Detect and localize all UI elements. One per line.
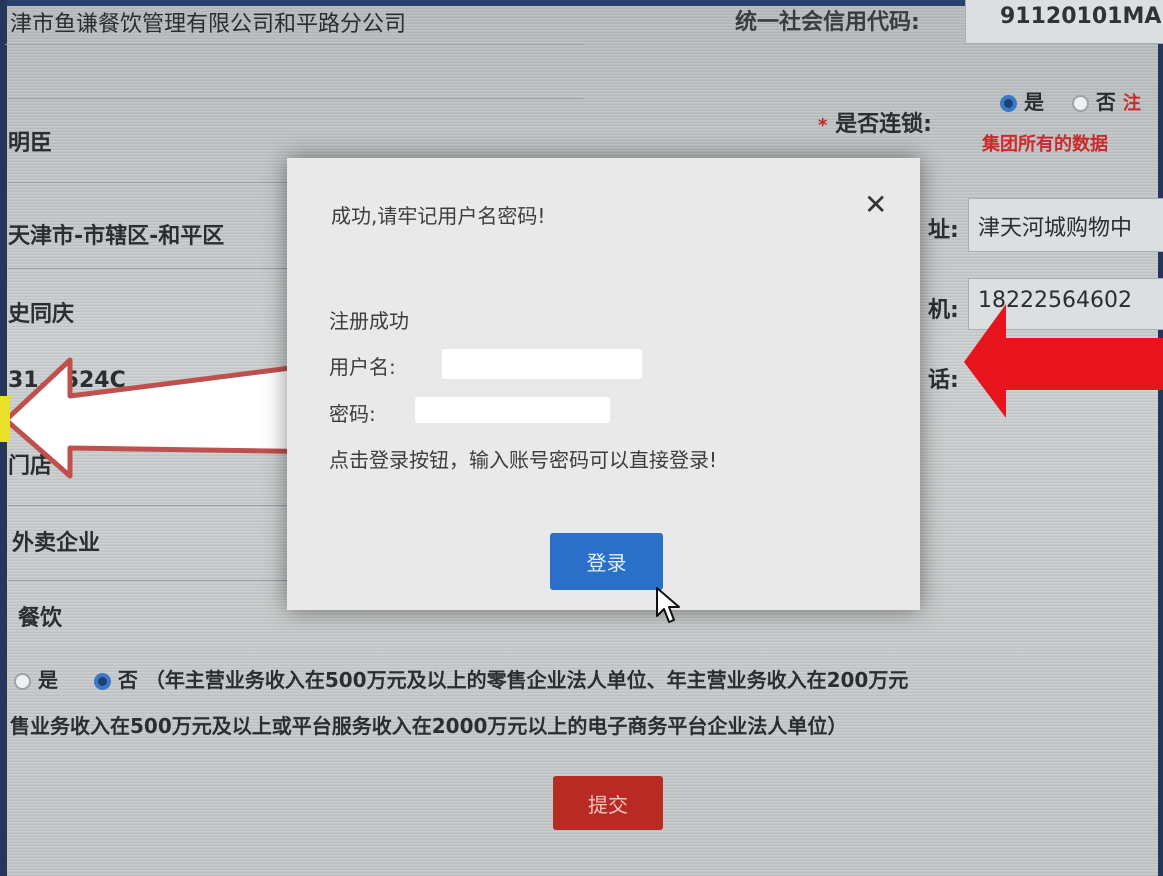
credit-code-value: 91120101MA xyxy=(1000,4,1162,29)
address-label: 址: xyxy=(928,218,959,243)
password-redaction xyxy=(415,397,610,423)
chain-hint: 集团所有的数据 xyxy=(982,134,1108,155)
dialog-instruction: 点击登录按钮，输入账号密码可以直接登录! xyxy=(329,448,718,472)
scale-row: 是 否 （年主营业务收入在500万元及以上的零售企业法人单位、年主营业务收入在2… xyxy=(14,664,908,693)
chain-note: 注 xyxy=(1122,93,1141,114)
scale-no-radio[interactable] xyxy=(93,673,111,690)
divider xyxy=(8,505,288,506)
scale-note-line1: （年主营业务收入在500万元及以上的零售企业法人单位、年主营业务收入在200万元 xyxy=(144,668,909,692)
chain-no-radio[interactable] xyxy=(1071,95,1089,112)
login-button[interactable]: 登录 xyxy=(550,533,663,590)
scale-yes-label: 是 xyxy=(37,668,58,692)
red-arrow-shape xyxy=(964,304,1163,418)
scale-yes-radio[interactable] xyxy=(14,673,31,690)
tel-label: 话: xyxy=(928,368,959,393)
password-label: 密码: xyxy=(329,402,376,426)
chain-yes-label: 是 xyxy=(1023,90,1044,114)
dialog-title: 成功,请牢记用户名密码! xyxy=(331,204,546,228)
scale-no-label: 否 xyxy=(117,668,138,692)
red-arrow-annotation xyxy=(964,304,1163,418)
dialog-success-text: 注册成功 xyxy=(329,309,409,333)
legal-rep-value: 明臣 xyxy=(8,131,53,156)
required-mark: * xyxy=(818,115,828,136)
chain-label: * 是否连锁: xyxy=(818,106,932,138)
chain-label-text: 是否连锁: xyxy=(835,112,932,137)
phone-label: 机: xyxy=(928,298,959,323)
close-icon[interactable]: ✕ xyxy=(864,188,887,221)
credit-code-label: 统一社会信用代码: xyxy=(735,10,920,35)
username-redaction xyxy=(442,349,642,379)
chain-yes-radio[interactable] xyxy=(1000,95,1017,112)
divider xyxy=(8,98,583,99)
chain-no-label: 否 xyxy=(1095,90,1116,114)
mouse-cursor-icon xyxy=(656,587,680,623)
submit-button[interactable]: 提交 xyxy=(553,776,663,830)
contact-name-value: 史同庆 xyxy=(8,302,75,327)
takeout-value: 外卖企业 xyxy=(12,531,101,556)
divider xyxy=(8,580,288,581)
right-frame-bar xyxy=(1158,0,1163,876)
scale-note-line2: 售业务收入在500万元及以上或平台服务收入在2000万元以上的电子商务平台企业法… xyxy=(10,714,848,738)
region-value: 天津市-市辖区-和平区 xyxy=(8,224,225,249)
divider xyxy=(8,268,288,269)
divider xyxy=(8,182,288,183)
industry-value: 餐饮 xyxy=(18,606,63,631)
success-dialog: 成功,请牢记用户名密码! ✕ 注册成功 用户名: 密码: 点击登录按钮，输入账号… xyxy=(287,158,920,610)
company-name-field[interactable] xyxy=(5,0,585,45)
yellow-highlight-edge xyxy=(0,396,10,442)
address-value: 津天河城购物中 xyxy=(978,216,1133,241)
chain-radio-group: 是 否 注 xyxy=(1000,86,1141,115)
username-label: 用户名: xyxy=(329,355,396,379)
